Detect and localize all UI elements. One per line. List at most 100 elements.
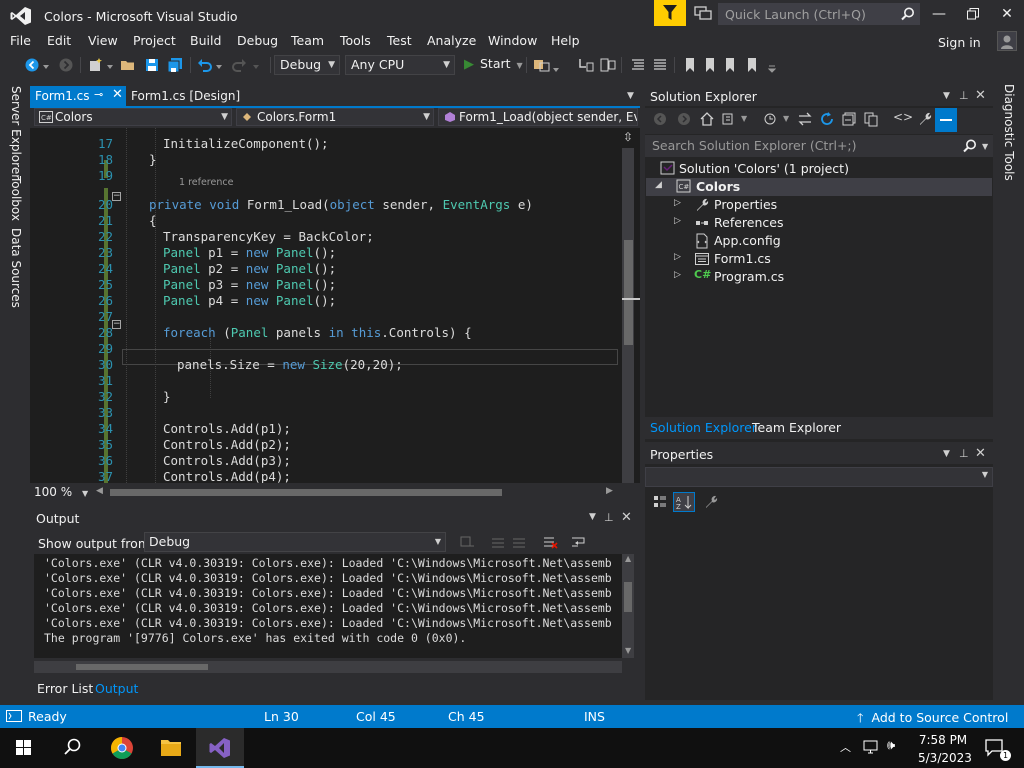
switch-views-icon[interactable] xyxy=(721,111,737,130)
file-explorer-taskbar-button[interactable] xyxy=(147,728,195,768)
tab-output[interactable]: Output xyxy=(95,681,138,696)
previous-bookmark-icon[interactable] xyxy=(702,57,718,73)
restore-button[interactable] xyxy=(956,0,990,28)
menu-team[interactable]: Team xyxy=(291,33,324,48)
properties-wrench-icon[interactable] xyxy=(917,111,933,130)
menu-edit[interactable]: Edit xyxy=(47,33,71,48)
start-debugging-button[interactable]: ▶ Start ▼ xyxy=(464,56,523,72)
clear-bookmarks-icon[interactable] xyxy=(744,57,760,73)
redo-dropdown-icon[interactable] xyxy=(252,60,262,76)
refresh-icon[interactable] xyxy=(819,111,835,130)
open-file-icon[interactable] xyxy=(120,57,136,73)
output-horizontal-scrollbar[interactable] xyxy=(34,661,622,673)
taskbar-clock-time[interactable]: 7:58 PM xyxy=(918,733,968,747)
search-button[interactable] xyxy=(48,728,96,768)
project-navigation-select[interactable]: C# Colors ▼ xyxy=(34,108,232,126)
close-pane-icon[interactable]: ✕ xyxy=(621,510,632,525)
collapse-region-icon[interactable]: − xyxy=(112,192,121,201)
scroll-right-icon[interactable]: ▶ xyxy=(606,486,613,496)
back-dropdown-icon[interactable] xyxy=(42,60,52,76)
split-editor-icon[interactable]: ⇳ xyxy=(623,130,633,144)
feedback-button[interactable] xyxy=(654,0,686,26)
diagnostic-tools-tab[interactable]: Diagnostic Tools xyxy=(1002,84,1016,181)
expand-triangle-icon[interactable]: ◢ xyxy=(655,180,662,190)
collapse-all-icon[interactable] xyxy=(841,111,857,130)
pin-icon[interactable]: ⊥ xyxy=(959,89,969,102)
tree-item-references[interactable]: ▷ References xyxy=(646,214,992,232)
property-pages-wrench-icon[interactable] xyxy=(703,494,719,513)
zoom-level-select[interactable]: 100 % ▼ xyxy=(34,485,88,499)
toggle-word-wrap-icon[interactable] xyxy=(570,535,586,551)
scrollbar-thumb[interactable] xyxy=(624,240,633,345)
properties-object-select[interactable]: ▼ xyxy=(645,467,993,487)
undo-dropdown-icon[interactable] xyxy=(215,60,225,76)
menu-help[interactable]: Help xyxy=(551,33,580,48)
taskbar-clock-date[interactable]: 5/3/2023 xyxy=(918,751,972,765)
sign-in-link[interactable]: Sign in xyxy=(938,35,981,50)
account-icon[interactable] xyxy=(997,31,1017,51)
expand-triangle-icon[interactable]: ▷ xyxy=(674,270,681,280)
navigate-back-icon[interactable] xyxy=(24,57,40,73)
close-window-button[interactable]: ✕ xyxy=(990,0,1024,28)
menu-project[interactable]: Project xyxy=(133,33,176,48)
sync-with-document-icon[interactable] xyxy=(797,111,813,130)
pin-icon[interactable]: ⊸ xyxy=(94,88,103,101)
close-icon[interactable]: ✕ xyxy=(112,87,123,102)
bookmark-icon[interactable] xyxy=(682,57,698,73)
start-button[interactable] xyxy=(0,728,48,768)
editor-horizontal-scrollbar[interactable]: ◀ ▶ xyxy=(96,486,616,498)
close-pane-icon[interactable]: ✕ xyxy=(975,446,986,461)
show-all-files-icon[interactable] xyxy=(863,111,879,130)
chevron-down-icon[interactable]: ▼ xyxy=(741,114,747,123)
menu-debug[interactable]: Debug xyxy=(237,33,278,48)
step-into-icon[interactable] xyxy=(578,57,594,73)
tree-item-properties[interactable]: ▷ Properties xyxy=(646,196,992,214)
expand-triangle-icon[interactable]: ▷ xyxy=(674,216,681,226)
scrollbar-thumb[interactable] xyxy=(76,664,208,670)
menu-window[interactable]: Window xyxy=(488,33,537,48)
codelens-reference-count[interactable]: 1 reference xyxy=(179,177,233,188)
data-sources-tab[interactable]: Data Sources xyxy=(9,228,23,308)
search-icon[interactable] xyxy=(963,139,977,156)
pin-icon[interactable]: ⊥ xyxy=(604,511,614,524)
menu-test[interactable]: Test xyxy=(387,33,412,48)
comment-lines-icon[interactable] xyxy=(630,57,646,73)
visual-studio-taskbar-button[interactable] xyxy=(196,728,244,768)
type-navigation-select[interactable]: Colors.Form1 ▼ xyxy=(236,108,434,126)
toolbox-tab[interactable]: Toolbox xyxy=(9,176,23,221)
solution-platform-select[interactable]: Any CPU ▼ xyxy=(345,55,455,75)
show-hidden-icons-chevron-icon[interactable]: ︿ xyxy=(840,739,851,755)
menu-analyze[interactable]: Analyze xyxy=(427,33,476,48)
tab-form1-cs[interactable]: Form1.cs ⊸ ✕ xyxy=(30,86,126,106)
output-vertical-scrollbar[interactable]: ▲ ▼ xyxy=(622,554,634,658)
menu-build[interactable]: Build xyxy=(190,33,221,48)
menu-view[interactable]: View xyxy=(88,33,118,48)
next-bookmark-icon[interactable] xyxy=(722,57,738,73)
live-share-icon[interactable] xyxy=(694,5,712,21)
chrome-taskbar-button[interactable] xyxy=(98,728,146,768)
toolbar-options-icon[interactable] xyxy=(767,62,778,78)
scroll-left-icon[interactable]: ◀ xyxy=(96,486,103,496)
collapse-region-icon[interactable]: − xyxy=(112,320,121,329)
expand-triangle-icon[interactable]: ▷ xyxy=(674,198,681,208)
tree-item-form1-cs[interactable]: ▷ Form1.cs xyxy=(646,250,992,268)
pane-options-chevron-icon[interactable]: ▼ xyxy=(943,449,950,459)
forward-icon[interactable] xyxy=(677,112,691,129)
clear-all-icon[interactable] xyxy=(542,535,558,551)
tree-item-solution[interactable]: Solution 'Colors' (1 project) xyxy=(656,160,986,178)
browser-link-icon[interactable] xyxy=(533,57,550,73)
home-icon[interactable] xyxy=(699,111,715,130)
editor-vertical-scrollbar[interactable] xyxy=(622,148,640,483)
solution-configuration-select[interactable]: Debug ▼ xyxy=(274,55,340,75)
preview-selected-items-icon[interactable] xyxy=(935,108,957,132)
new-project-dropdown-icon[interactable] xyxy=(106,60,116,76)
quick-launch-input[interactable]: Quick Launch (Ctrl+Q) xyxy=(718,3,920,25)
tab-overflow-chevron-icon[interactable]: ▼ xyxy=(627,91,634,101)
chevron-down-icon[interactable]: ▼ xyxy=(783,114,789,123)
code-editor[interactable]: − − 1 reference 17 InitializeComponent();… xyxy=(30,128,640,483)
categorized-icon[interactable] xyxy=(652,494,668,513)
output-source-select[interactable]: Debug ▼ xyxy=(144,532,446,552)
member-navigation-select[interactable]: Form1_Load(object sender, Eve xyxy=(438,108,638,126)
navigate-forward-icon[interactable] xyxy=(58,57,74,73)
undo-icon[interactable] xyxy=(197,57,213,73)
